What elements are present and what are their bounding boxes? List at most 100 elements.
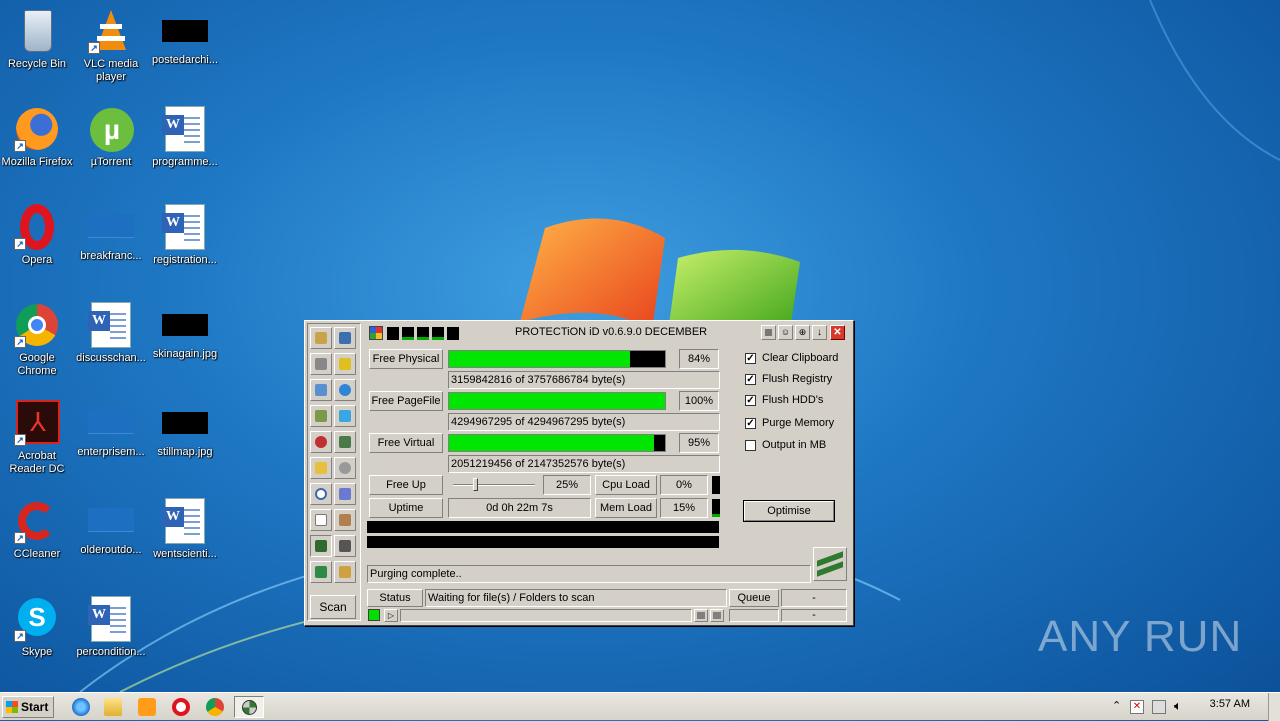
taskbar-app-protection-id[interactable] [234,696,264,718]
network-icon[interactable] [1152,700,1166,714]
desktop-icon-chrome[interactable]: ↗ Google Chrome [0,302,74,378]
scan-button[interactable]: Scan [310,595,356,619]
desktop-icon-label: Skype [21,646,53,658]
ccleaner-icon: ↗ [14,498,60,544]
skin-button[interactable]: ☺ [778,325,793,340]
desktop-icon-postedarchi[interactable]: postedarchi... [148,8,222,67]
desktop-icon-vlc[interactable]: ↗ VLC media player [74,8,148,84]
desktop-icon-percondition[interactable]: W percondition... [74,596,148,659]
ie-icon[interactable] [72,698,90,716]
clear-clipboard-checkbox[interactable]: ✓ [745,353,756,364]
purge-memory-checkbox[interactable]: ✓ [745,418,756,429]
desktop-icon-opera[interactable]: ↗ Opera [0,204,74,267]
tool-button-15[interactable] [310,509,332,531]
clock[interactable]: 3:57 AM [1210,698,1250,710]
word-document-icon: W [162,204,205,250]
slider-thumb[interactable] [472,478,478,491]
desktop-icon-registration[interactable]: W registration... [148,204,222,267]
tool-button-18[interactable] [334,535,356,557]
output-in-mb-label: Output in MB [762,439,827,451]
flush-hdds-checkbox[interactable]: ✓ [745,395,756,406]
molecule-icon [315,436,327,448]
desktop-icon-label: Google Chrome [17,352,57,377]
media-player-icon[interactable] [138,698,156,716]
graph-icon [339,358,351,370]
memory-module-icon [813,547,847,581]
free-physical-bar [448,350,666,368]
free-virtual-label: Free Virtual [369,433,443,453]
desktop-icon-recycle-bin[interactable]: Recycle Bin [0,8,74,71]
desktop-icon-ccleaner[interactable]: ↗ CCleaner [0,498,74,561]
minimize-button[interactable]: ↓ [812,325,827,340]
cpu-load-value: 0% [660,475,708,495]
desktop-icon-skinagain[interactable]: skinagain.jpg [148,302,222,361]
desktop-icon-utorrent[interactable]: µ µTorrent [74,106,148,169]
opera-taskbar-icon[interactable] [172,698,190,716]
flush-hdds-label: Flush HDD's [762,394,824,406]
start-button[interactable]: Start [2,696,54,718]
desktop-icon-stillmap[interactable]: stillmap.jpg [148,400,222,459]
scan-play-button[interactable]: ▷ [384,609,398,622]
shortcut-arrow-icon: ↗ [14,630,26,642]
tool-button-4[interactable] [334,353,356,375]
tool-button-6[interactable] [334,379,356,401]
tool-button-14[interactable] [334,483,356,505]
tool-button-9[interactable] [310,431,332,453]
volume-icon[interactable]: 🔈︎ [1174,698,1182,714]
tool-button-8[interactable] [334,405,356,427]
tool-button-17[interactable] [310,535,332,557]
desktop-icon-enterprisem[interactable]: enterprisem... [74,400,148,459]
stop-icon [713,612,721,619]
optimise-button[interactable]: Optimise [743,500,835,522]
word-document-icon: W [162,106,205,152]
title-indicator-3 [417,327,429,340]
desktop-icon-label: Mozilla Firefox [1,156,73,168]
tool-button-7[interactable] [310,405,332,427]
tool-button-19[interactable] [310,561,332,583]
pin-button[interactable]: ⊕ [795,325,810,340]
free-physical-bar-fill [449,351,631,367]
desktop-icon-firefox[interactable]: ↗ Mozilla Firefox [0,106,74,169]
tool-button-11[interactable] [310,457,332,479]
action-center-icon[interactable]: ✕ [1130,700,1144,714]
show-desktop-button[interactable] [1268,693,1280,721]
window-title: PROTECTiON iD v0.6.9.0 DECEMBER [515,326,708,338]
tool-button-13[interactable] [310,483,332,505]
explorer-folder-icon[interactable] [104,698,122,716]
help-button[interactable] [761,325,776,340]
free-up-slider[interactable] [451,477,539,493]
desktop-icon-skype[interactable]: S ↗ Skype [0,596,74,659]
tray-expand-icon[interactable]: ⌃ [1112,699,1121,712]
desktop-icon-olderoutdo[interactable]: olderoutdo... [74,498,148,557]
desktop-icon-acrobat[interactable]: ⅄ ↗ Acrobat Reader DC [0,400,74,476]
desktop-icon-programme[interactable]: W programme... [148,106,222,169]
free-virtual-percent: 95% [679,433,719,453]
chip-icon [315,566,327,578]
desktop-icon-wentscienti[interactable]: W wentscienti... [148,498,222,561]
disk-icon [315,358,327,370]
close-button[interactable]: ✕ [830,325,845,340]
desktop-icon-discusschan[interactable]: W discusschan... [74,302,148,365]
redacted-thumbnail-icon [162,412,208,434]
skype-icon: S ↗ [14,596,60,642]
chrome-taskbar-icon[interactable] [206,698,224,716]
tool-button-10[interactable] [334,431,356,453]
tool-button-20[interactable] [334,561,356,583]
tool-button-12[interactable] [334,457,356,479]
tool-button-5[interactable] [310,379,332,401]
desktop-icon-label: stillmap.jpg [157,446,213,458]
close-icon: ✕ [833,327,842,338]
tool-button-1[interactable] [310,327,332,349]
output-in-mb-checkbox[interactable] [745,440,756,451]
desktop-icon-label: skinagain.jpg [152,348,218,360]
scan-pause-button[interactable] [694,609,708,622]
tool-button-3[interactable] [310,353,332,375]
tool-button-2[interactable] [334,327,356,349]
tool-button-16[interactable] [334,509,356,531]
flush-registry-checkbox[interactable]: ✓ [745,374,756,385]
activity-bar-2 [367,536,719,548]
desktop-icon-breakfranc[interactable]: breakfranc... [74,204,148,263]
word-document-icon: W [88,596,131,642]
app-logo-icon [369,326,383,340]
scan-stop-button[interactable] [710,609,724,622]
